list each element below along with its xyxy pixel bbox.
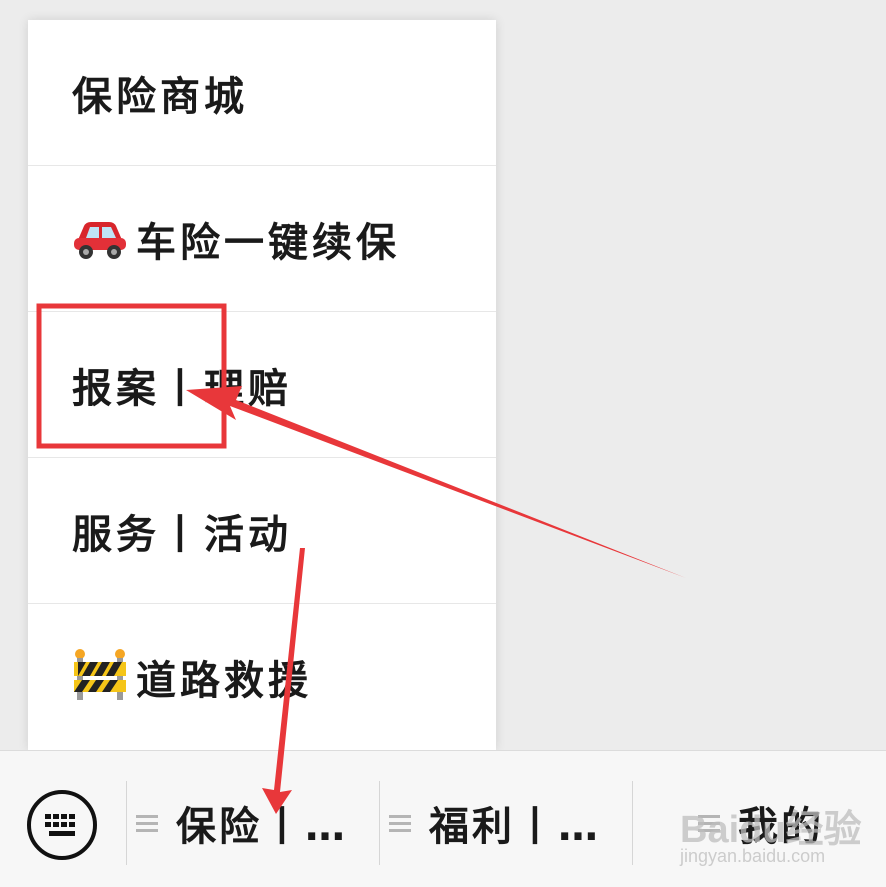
menu-item-label: 服务丨活动 xyxy=(72,511,292,558)
tab-label: 福利丨… xyxy=(429,804,601,850)
keyboard-toggle-button[interactable] xyxy=(27,790,97,860)
watermark-logo: Baidu经验 xyxy=(680,809,862,851)
watermark-url: jingyan.baidu.com xyxy=(680,846,826,866)
menu-lines-icon xyxy=(136,815,158,832)
menu-item-report-claim[interactable]: 报案丨理赔 xyxy=(28,312,496,458)
menu-item-label: 道路救援 xyxy=(136,658,312,704)
tab-insurance[interactable]: 保险丨… xyxy=(136,781,372,865)
menu-item-label: 车险一键续保 xyxy=(136,219,400,266)
tab-label: 保险丨… xyxy=(176,804,348,850)
tab-benefits[interactable]: 福利丨… xyxy=(389,781,625,865)
bar-divider xyxy=(379,781,380,865)
bar-divider xyxy=(126,781,127,865)
menu-panel: 保险商城 车险一键续保 报案丨理赔 服务丨活动 道路救援 xyxy=(28,20,496,750)
menu-item-label: 报案丨理赔 xyxy=(72,365,292,412)
menu-item-label: 保险商城 xyxy=(72,73,248,120)
menu-item-car-insurance-renewal[interactable]: 车险一键续保 xyxy=(28,166,496,312)
menu-item-road-rescue[interactable]: 道路救援 xyxy=(28,604,496,750)
menu-item-service-activity[interactable]: 服务丨活动 xyxy=(28,458,496,604)
keyboard-icon xyxy=(45,814,75,836)
construction-barrier-icon xyxy=(72,648,128,706)
menu-item-insurance-mall[interactable]: 保险商城 xyxy=(28,20,496,166)
car-icon xyxy=(72,214,128,264)
menu-lines-icon xyxy=(389,815,411,832)
bar-divider xyxy=(632,781,633,865)
